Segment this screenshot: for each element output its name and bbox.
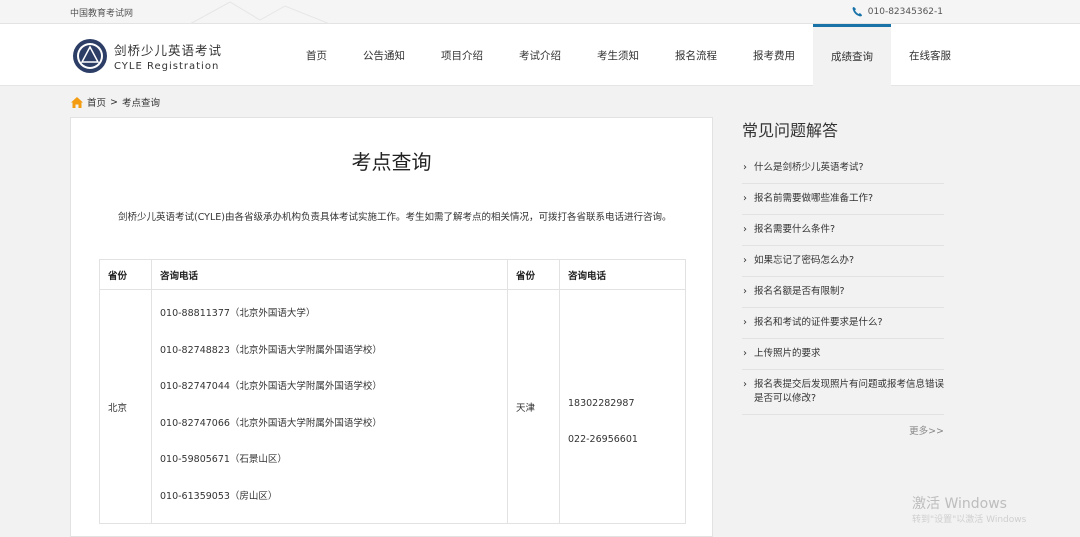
header: 剑桥少儿英语考试 CYLE Registration 首页 公告通知 项目介绍 …	[0, 24, 1080, 86]
phones-cell: 18302282987 022-26956601	[559, 289, 686, 524]
nav-online-service[interactable]: 在线客服	[891, 24, 969, 86]
breadcrumb-current: 考点查询	[121, 98, 160, 109]
header-province-right: 省份	[507, 259, 560, 290]
faq-item[interactable]: › 报名和考试的证件要求是什么?	[742, 308, 944, 339]
faq-item-label: 报名前需要做哪些准备工作?	[754, 193, 874, 204]
nav-project-intro[interactable]: 项目介绍	[423, 24, 501, 86]
faq-item[interactable]: › 报名表提交后发现照片有问题或报考信息错误是否可以修改?	[742, 370, 944, 415]
table-row: 北京 010-88811377（北京外国语大学） 010-82748823（北京…	[99, 289, 686, 524]
phone-entry: 18302282987	[568, 398, 635, 409]
page-title: 考点查询	[351, 150, 432, 174]
chevron-right-icon: ›	[743, 348, 747, 359]
faq-item-label: 上传照片的要求	[754, 348, 821, 359]
nav-announcements[interactable]: 公告通知	[345, 24, 423, 86]
nav-exam-intro[interactable]: 考试介绍	[501, 24, 579, 86]
phone-entry: 010-82748823（北京外国语大学附属外国语学校）	[160, 344, 382, 356]
home-icon	[71, 96, 83, 108]
faq-sidebar: 常见问题解答 › 什么是剑桥少儿英语考试? › 报名前需要做哪些准备工作? › 报名需…	[742, 117, 944, 437]
faq-item[interactable]: › 报名前需要做哪些准备工作?	[742, 184, 944, 215]
phone-entry: 010-82747066（北京外国语大学附属外国语学校）	[160, 417, 382, 429]
intro-paragraph: 剑桥少儿英语考试(CYLE)由各省级承办机构负责具体考试实施工作。考生如需了解考…	[118, 212, 672, 223]
chevron-right-icon: ›	[743, 286, 747, 297]
main-nav: 首页 公告通知 项目介绍 考试介绍 考生须知 报名流程 报考费用 成绩查询 在线…	[288, 24, 969, 86]
hotline: 010-82345362-1	[852, 6, 943, 17]
faq-item[interactable]: › 报名名额是否有限制?	[742, 277, 944, 308]
breadcrumb: 首页 > 考点查询	[71, 95, 160, 109]
chevron-right-icon: ›	[743, 162, 747, 173]
nav-score-query[interactable]: 成绩查询	[813, 24, 891, 86]
header-province-left: 省份	[99, 259, 152, 290]
nav-fees[interactable]: 报考费用	[735, 24, 813, 86]
table-header-row: 省份 咨询电话 省份 咨询电话	[99, 259, 686, 290]
hotline-number: 010-82345362-1	[867, 6, 943, 17]
faq-item-label: 报名表提交后发现照片有问题或报考信息错误是否可以修改?	[754, 379, 945, 404]
phone-entry: 010-88811377（北京外国语大学）	[160, 308, 316, 319]
province-cell: 天津	[507, 289, 560, 524]
faq-item-label: 报名名额是否有限制?	[754, 286, 845, 297]
neea-emblem-icon	[73, 39, 107, 73]
nav-registration-process[interactable]: 报名流程	[657, 24, 735, 86]
chevron-right-icon: ›	[743, 317, 747, 328]
faq-item-label: 报名和考试的证件要求是什么?	[754, 317, 883, 328]
faq-title: 常见问题解答	[742, 121, 839, 140]
phone-entry: 010-61359053（房山区）	[160, 490, 278, 502]
logo[interactable]: 剑桥少儿英语考试 CYLE Registration	[72, 38, 222, 74]
faq-item[interactable]: › 如果忘记了密码怎么办?	[742, 246, 944, 277]
chevron-right-icon: ›	[743, 379, 747, 390]
chevron-right-icon: ›	[743, 224, 747, 235]
faq-item[interactable]: › 上传照片的要求	[742, 339, 944, 370]
breadcrumb-home[interactable]: 首页	[87, 95, 106, 109]
faq-item-label: 什么是剑桥少儿英语考试?	[754, 162, 864, 173]
mountain-decoration	[190, 1, 330, 24]
faq-item[interactable]: › 报名需要什么条件?	[742, 215, 944, 246]
logo-title: 剑桥少儿英语考试	[114, 43, 223, 58]
breadcrumb-separator: >	[110, 96, 118, 108]
top-bar: 中国教育考试网 010-82345362-1	[0, 0, 1080, 24]
nav-home[interactable]: 首页	[288, 24, 345, 86]
faq-item-label: 如果忘记了密码怎么办?	[754, 255, 855, 266]
phone-entry: 010-82747044（北京外国语大学附属外国语学校）	[160, 381, 382, 392]
logo-subtitle: CYLE Registration	[114, 61, 220, 72]
phones-cell: 010-88811377（北京外国语大学） 010-82748823（北京外国语…	[151, 289, 508, 524]
more-link[interactable]: 更多>>	[742, 423, 944, 437]
province-cell: 北京	[99, 289, 152, 524]
test-center-table: 省份 咨询电话 省份 咨询电话 北京 010-88811377（北京外国语大学）…	[99, 259, 686, 524]
windows-activation-watermark: 激活 Windows	[912, 496, 1007, 512]
header-phone-left: 咨询电话	[151, 259, 508, 290]
chevron-right-icon: ›	[743, 193, 747, 204]
faq-item[interactable]: › 什么是剑桥少儿英语考试?	[742, 153, 944, 184]
phone-entry: 022-26956601	[568, 434, 638, 445]
main-content: 考点查询 剑桥少儿英语考试(CYLE)由各省级承办机构负责具体考试实施工作。考生…	[70, 117, 713, 537]
site-name[interactable]: 中国教育考试网	[70, 6, 133, 19]
faq-item-label: 报名需要什么条件?	[754, 224, 836, 235]
header-phone-right: 咨询电话	[559, 259, 686, 290]
phone-icon	[852, 7, 862, 17]
chevron-right-icon: ›	[743, 255, 747, 266]
windows-activation-hint: 转到"设置"以激活 Windows	[912, 515, 1027, 525]
phone-entry: 010-59805671（石景山区）	[160, 454, 287, 465]
nav-candidate-notice[interactable]: 考生须知	[579, 24, 657, 86]
